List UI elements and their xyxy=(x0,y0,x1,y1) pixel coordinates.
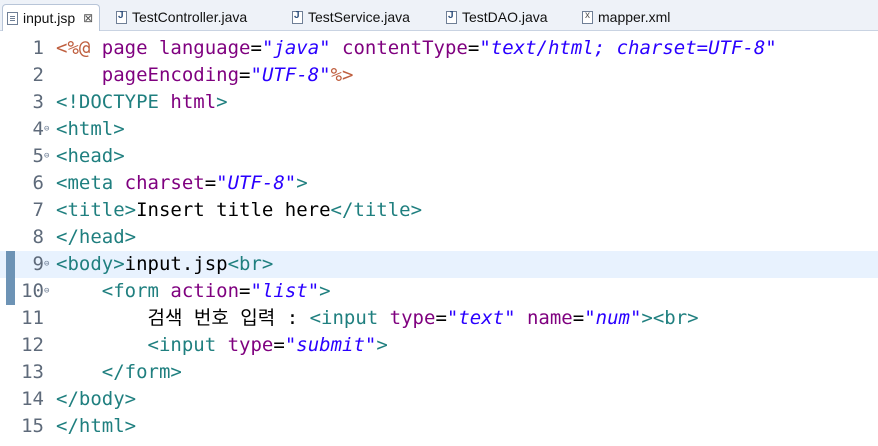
tab-label: TestDAO.java xyxy=(462,9,548,25)
code-text: <%@ page language="java" contentType="te… xyxy=(56,37,777,59)
tab-label: TestController.java xyxy=(132,9,248,25)
line-number: 11 xyxy=(21,307,44,329)
code-text: <head> xyxy=(56,145,125,167)
tab-label: TestService.java xyxy=(308,9,410,25)
code-text: <!DOCTYPE html> xyxy=(56,91,228,113)
code-line[interactable]: 6 <meta charset="UTF-8"> xyxy=(0,170,878,197)
editor-tab-bar: input.jsp ⊠ TestController.java TestService… xyxy=(0,0,878,31)
code-line[interactable]: 13 </form> xyxy=(0,359,878,386)
code-text: </body> xyxy=(56,388,137,410)
code-text: </form> xyxy=(101,361,182,383)
line-number: 10 xyxy=(21,280,44,302)
line-number: 14 xyxy=(21,388,44,410)
code-text: 검색 번호 입력 : <input type="text" name="num"… xyxy=(56,307,699,329)
line-number: 15 xyxy=(21,415,44,437)
code-text: <body>input.jsp<br> xyxy=(56,253,274,275)
fold-toggle-icon[interactable]: ⊖ xyxy=(44,278,49,305)
change-marker xyxy=(6,251,15,305)
code-line[interactable]: 2 pageEncoding="UTF-8"%> xyxy=(0,62,878,89)
line-number: 3 xyxy=(32,91,44,113)
line-number: 8 xyxy=(32,226,44,248)
tab-testdao-java[interactable]: TestDAO.java xyxy=(446,5,548,29)
code-line[interactable]: 9 ⊖ <body>input.jsp<br> xyxy=(0,251,878,278)
line-number: 2 xyxy=(32,64,44,86)
tab-label: mapper.xml xyxy=(598,9,671,25)
code-text: </head> xyxy=(56,226,137,248)
line-number: 12 xyxy=(21,334,44,356)
xml-file-icon xyxy=(582,10,593,24)
line-number: 13 xyxy=(21,361,44,383)
fold-toggle-icon[interactable]: ⊖ xyxy=(44,143,49,170)
java-file-icon xyxy=(292,10,303,24)
code-line[interactable]: 15 </html> xyxy=(0,413,878,440)
code-text: <form action="list"> xyxy=(101,280,331,302)
code-text: <html> xyxy=(56,118,125,140)
code-line[interactable]: 7 <title>Insert title here</title> xyxy=(0,197,878,224)
fold-toggle-icon[interactable]: ⊖ xyxy=(44,116,49,143)
tab-label: input.jsp xyxy=(23,10,76,26)
code-line[interactable]: 3 <!DOCTYPE html> xyxy=(0,89,878,116)
code-text: <input type="submit"> xyxy=(147,334,388,356)
code-text: </html> xyxy=(56,415,137,437)
code-line[interactable]: 5 ⊖ <head> xyxy=(0,143,878,170)
fold-toggle-icon[interactable]: ⊖ xyxy=(44,251,49,278)
code-line[interactable]: 14 </body> xyxy=(0,386,878,413)
code-line[interactable]: 1 <%@ page language="java" contentType="t… xyxy=(0,35,878,62)
tab-testservice-java[interactable]: TestService.java xyxy=(292,5,410,29)
line-number: 5 xyxy=(32,145,44,167)
java-file-icon xyxy=(446,10,457,24)
tab-testcontroller-java[interactable]: TestController.java xyxy=(116,5,247,29)
code-text: pageEncoding="UTF-8"%> xyxy=(101,64,354,86)
line-number: 9 xyxy=(32,253,44,275)
tab-mapper-xml[interactable]: mapper.xml xyxy=(582,5,670,29)
line-number: 6 xyxy=(32,172,44,194)
code-line[interactable]: 12 <input type="submit"> xyxy=(0,332,878,359)
line-number: 7 xyxy=(32,199,44,221)
code-line[interactable]: 4 ⊖ <html> xyxy=(0,116,878,143)
code-text: <meta charset="UTF-8"> xyxy=(56,172,308,194)
code-editor[interactable]: 1 <%@ page language="java" contentType="t… xyxy=(0,31,878,446)
code-line[interactable]: 8 </head> xyxy=(0,224,878,251)
line-number: 1 xyxy=(32,37,44,59)
tab-input-jsp[interactable]: input.jsp ⊠ xyxy=(2,4,101,31)
close-tab-icon[interactable]: ⊠ xyxy=(83,11,93,25)
code-line[interactable]: 11 검색 번호 입력 : <input type="text" name="n… xyxy=(0,305,878,332)
java-file-icon xyxy=(116,10,127,24)
code-text: <title>Insert title here</title> xyxy=(56,199,423,221)
code-line[interactable]: 10 ⊖ <form action="list"> xyxy=(0,278,878,305)
jsp-file-icon xyxy=(7,11,18,25)
line-number: 4 xyxy=(32,118,44,140)
